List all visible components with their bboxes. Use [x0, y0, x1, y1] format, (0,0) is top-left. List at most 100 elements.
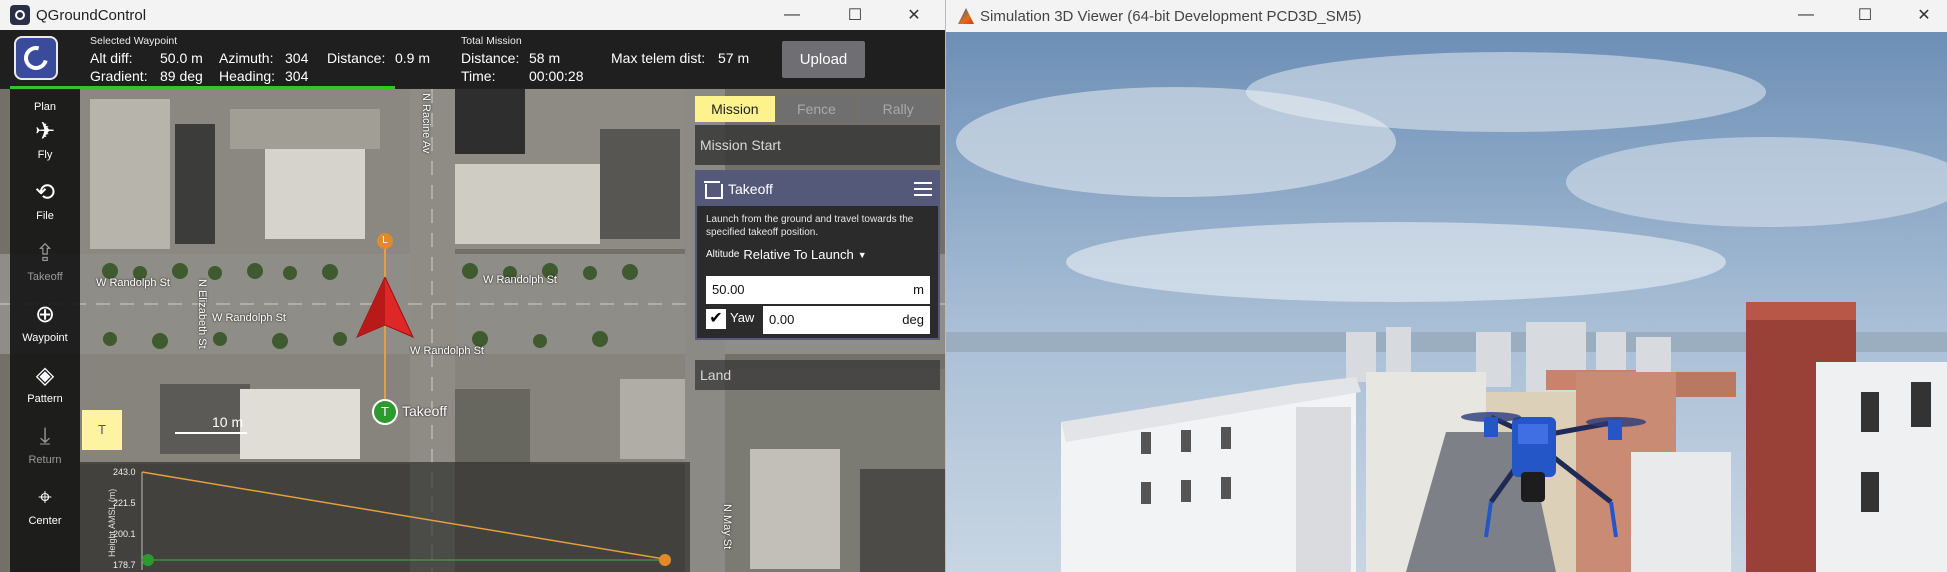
sim-maximize-button[interactable]: ☐ [1842, 0, 1888, 30]
qgc-app-icon [10, 5, 30, 25]
altitude-label: Altitude [706, 249, 740, 260]
toolbar-return-button[interactable]: ⤓ Return [10, 423, 80, 467]
max-telem-value: 57 m [718, 50, 750, 66]
sim-titlebar: Simulation 3D Viewer (64-bit Development… [946, 0, 1947, 32]
sim-window-title: Simulation 3D Viewer (64-bit Development… [980, 7, 1362, 25]
matlab-icon [958, 8, 974, 24]
toolbar-takeoff-button[interactable]: ⇪ Takeoff [10, 240, 80, 284]
altitude-chart-ylabel: Height AMSL (m) [107, 488, 117, 557]
toolbar-fly-button[interactable]: ✈ Fly [10, 118, 80, 162]
takeoff-editor-title: Takeoff [728, 181, 773, 197]
qgc-titlebar: QGroundControl — ☐ ✕ [0, 0, 945, 30]
sim-minimize-button[interactable]: — [1783, 0, 1829, 30]
map-type-selector[interactable]: T [82, 410, 122, 450]
alt-diff-label: Alt diff: [90, 50, 133, 66]
altitude-y-tick: 178.7 [113, 560, 136, 570]
tab-rally[interactable]: Rally [858, 96, 939, 122]
qgc-window-title: QGroundControl [36, 6, 147, 24]
qgc-minimize-button[interactable]: — [769, 0, 815, 30]
street-label-randolph-2: W Randolph St [212, 312, 286, 324]
waypoint-label: Waypoint [22, 332, 68, 344]
heading-label: Heading: [219, 68, 276, 84]
upload-button[interactable]: Upload [782, 41, 865, 78]
distance-value: 0.9 m [395, 50, 431, 66]
azimuth-value: 304 [285, 50, 309, 66]
takeoff-editor-header: Takeoff [697, 172, 938, 206]
qgc-toolbar: Selected Waypoint Alt diff: 50.0 m Azimu… [0, 30, 945, 88]
qgroundcontrol-window: QGroundControl — ☐ ✕ Selected Waypoint A… [0, 0, 945, 572]
toolbar-file-button[interactable]: ⟲ File [10, 179, 80, 223]
street-label-randolph-1: W Randolph St [96, 277, 170, 289]
plan-label: Plan [33, 101, 57, 113]
vehicle-heading-arrow-icon [355, 277, 415, 338]
total-distance-label: Distance: [461, 50, 520, 66]
qgc-maximize-button[interactable]: ☐ [832, 0, 878, 30]
map-scale-label: 10 m [212, 414, 244, 430]
altitude-unit: m [913, 282, 924, 297]
center-label: Center [28, 515, 62, 527]
total-mission-heading: Total Mission [461, 35, 522, 47]
gradient-label: Gradient: [90, 68, 148, 84]
yaw-input-value: 0.00 [769, 312, 795, 327]
return-label: Return [28, 454, 62, 466]
trash-icon[interactable] [704, 180, 723, 199]
paper-plane-icon: ✈ [34, 118, 56, 145]
simulation-3d-viewer-window: Simulation 3D Viewer (64-bit Development… [945, 0, 1947, 572]
pattern-icon: ◈ [35, 362, 55, 389]
altitude-input-value: 50.00 [712, 282, 745, 297]
fly-label: Fly [37, 149, 53, 161]
altitude-y-tick: 200.1 [113, 529, 136, 539]
street-label-randolph-3: W Randolph St [483, 274, 557, 286]
heading-value: 304 [285, 68, 309, 84]
altitude-y-tick: 221.5 [113, 498, 136, 508]
plus-circle-icon: ⊕ [34, 301, 56, 328]
max-telem-label: Max telem dist: [611, 50, 706, 66]
alt-diff-value: 50.0 m [160, 50, 203, 66]
chevron-down-icon[interactable]: ▼ [858, 250, 867, 260]
takeoff-description: Launch from the ground and travel toward… [706, 214, 914, 238]
toolbar-pattern-button[interactable]: ◈ Pattern [10, 362, 80, 406]
altitude-input[interactable]: 50.00 m [706, 276, 930, 304]
crosshair-icon: ⌖ [38, 484, 52, 511]
gradient-value: 89 deg [160, 68, 203, 84]
toolbar-center-button[interactable]: ⌖ Center [10, 484, 80, 528]
sim-close-button[interactable]: ✕ [1901, 0, 1947, 30]
mission-start-item[interactable]: Mission Start [695, 125, 940, 165]
altitude-y-tick: 243.0 [113, 467, 136, 477]
street-label-randolph-4: W Randolph St [410, 345, 484, 357]
street-label-may: N May St [721, 504, 733, 550]
hamburger-menu-icon[interactable] [914, 182, 932, 196]
tab-fence[interactable]: Fence [776, 96, 857, 122]
3d-city-scene[interactable] [946, 32, 1947, 572]
land-item[interactable]: Land [695, 360, 940, 390]
street-label-elizabeth: N Elizabeth St [196, 279, 208, 349]
total-distance-value: 58 m [529, 50, 561, 66]
yaw-unit: deg [902, 312, 924, 327]
file-label: File [36, 210, 54, 222]
takeoff-icon: ⇪ [34, 240, 56, 267]
altitude-row: Altitude Relative To Launch ▼ [697, 239, 938, 262]
takeoff-marker[interactable]: T [372, 399, 398, 425]
street-label-racine: N Racine Av [420, 93, 432, 154]
yaw-checkbox[interactable]: ✔ [706, 309, 726, 329]
plan-toolbar: Plan ✈ Fly ⟲ File ⇪ Takeoff ⊕ Waypoint ◈… [10, 89, 80, 572]
yaw-input[interactable]: 0.00 deg [763, 306, 930, 334]
return-icon: ⤓ [39, 423, 51, 450]
map-scale-bar [175, 432, 247, 434]
takeoff-item-editor: Takeoff Launch from the ground and trave… [695, 170, 940, 340]
time-label: Time: [461, 68, 496, 84]
selected-waypoint-heading: Selected Waypoint [90, 35, 178, 47]
plan-tabs: Mission Fence Rally [695, 96, 940, 122]
altitude-profile-chart: Height AMSL (m) 243.0 221.5 200.1 178.7 [80, 462, 690, 572]
altitude-mode-dropdown[interactable]: Relative To Launch [743, 247, 853, 262]
pattern-label: Pattern [27, 393, 63, 405]
sync-icon: ⟲ [34, 179, 56, 206]
tab-mission[interactable]: Mission [695, 96, 775, 122]
takeoff-tool-label: Takeoff [27, 271, 63, 283]
qgc-logo-button[interactable] [14, 36, 58, 80]
qgc-close-button[interactable]: ✕ [891, 0, 937, 30]
time-value: 00:00:28 [529, 68, 584, 84]
launch-marker[interactable]: L [377, 233, 393, 249]
toolbar-waypoint-button[interactable]: ⊕ Waypoint [10, 301, 80, 345]
azimuth-label: Azimuth: [219, 50, 274, 66]
